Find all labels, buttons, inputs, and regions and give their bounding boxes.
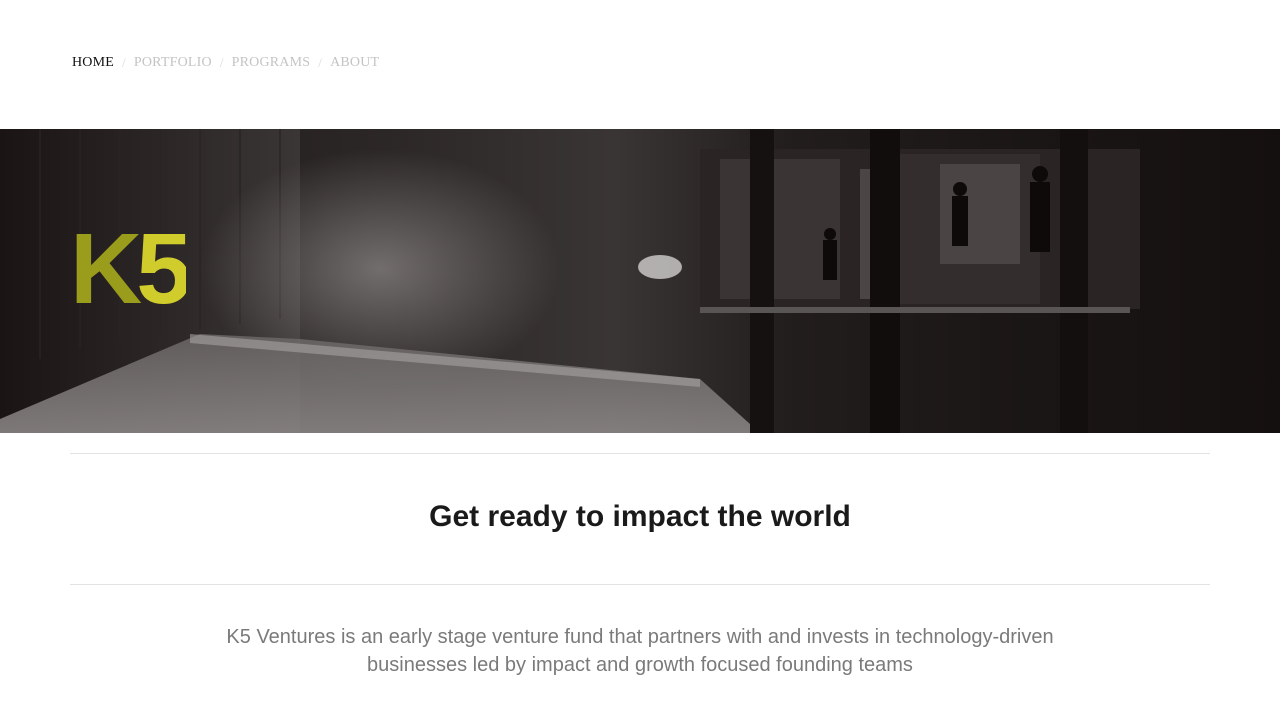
nav-programs-link[interactable]: PROGRAMS bbox=[232, 55, 311, 71]
page-headline: Get ready to impact the world bbox=[429, 500, 851, 533]
k5-logo[interactable]: K5 bbox=[70, 231, 186, 307]
main-nav: HOME / PORTFOLIO / PROGRAMS / ABOUT bbox=[72, 55, 379, 71]
nav-separator: / bbox=[219, 55, 224, 70]
nav-portfolio-link[interactable]: PORTFOLIO bbox=[134, 55, 212, 71]
divider-top bbox=[70, 453, 1210, 454]
divider-bottom bbox=[70, 584, 1210, 585]
nav-home-link[interactable]: HOME bbox=[72, 55, 114, 71]
nav-separator: / bbox=[318, 55, 323, 70]
intro-text: K5 Ventures is an early stage venture fu… bbox=[226, 626, 1054, 676]
logo-letter-k: K bbox=[70, 231, 142, 307]
nav-about-link[interactable]: ABOUT bbox=[330, 55, 379, 71]
logo-digit-5: 5 bbox=[136, 231, 186, 307]
hero-banner: K5 bbox=[0, 129, 1280, 433]
subway-platform-image bbox=[0, 129, 1140, 433]
nav-separator: / bbox=[122, 55, 126, 70]
